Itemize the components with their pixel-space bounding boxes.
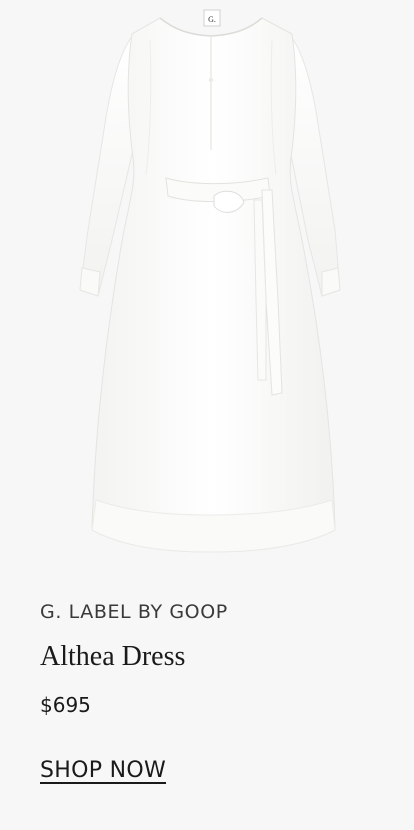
product-name[interactable]: Althea Dress [40, 640, 185, 674]
product-price: $695 [40, 693, 91, 717]
dress-left-cuff [79, 267, 101, 297]
shop-now-link[interactable]: SHOP NOW [40, 757, 166, 785]
product-image[interactable]: G. [0, 0, 414, 575]
product-card[interactable]: G. G. LABEL BY GOOP Althea Dress $695 SH… [0, 0, 414, 830]
product-brand: G. LABEL BY GOOP [40, 601, 228, 623]
brand-label-tag-text: G. [208, 15, 216, 24]
dress-button [208, 77, 214, 83]
dress-right-cuff [321, 267, 341, 297]
